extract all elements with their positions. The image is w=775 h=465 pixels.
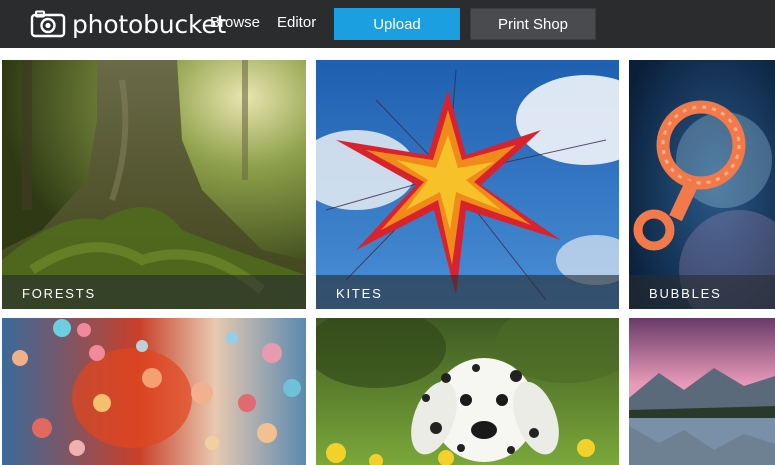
kite-photo <box>316 60 619 309</box>
upload-button[interactable]: Upload <box>334 8 460 40</box>
camera-logo-icon <box>30 10 66 38</box>
upload-button-label: Upload <box>373 15 421 33</box>
bokeh-photo <box>2 318 306 465</box>
tile-caption: KITES <box>316 275 619 309</box>
bubbles-photo <box>629 60 775 309</box>
top-navigation-bar: photobucket Browse Editor Upload Print S… <box>0 0 775 48</box>
print-shop-button[interactable]: Print Shop <box>470 8 596 40</box>
nav-editor-link[interactable]: Editor <box>277 14 316 31</box>
category-tile-kites[interactable]: KITES <box>316 60 619 309</box>
forest-photo <box>2 60 306 309</box>
photobucket-logo[interactable]: photobucket <box>30 9 226 39</box>
category-tile-landscape[interactable] <box>629 318 775 465</box>
print-shop-button-label: Print Shop <box>497 15 569 33</box>
mountain-lake-photo <box>629 318 775 465</box>
nav-browse-link[interactable]: Browse <box>210 14 260 31</box>
tile-label: FORESTS <box>22 286 96 301</box>
category-tile-bubbles[interactable]: BUBBLES <box>629 60 775 309</box>
logo-text: photobucket <box>72 9 227 39</box>
tile-caption: BUBBLES <box>629 275 775 309</box>
category-tile-forests[interactable]: FORESTS <box>2 60 306 309</box>
dalmatian-photo <box>316 318 619 465</box>
tile-label: BUBBLES <box>649 286 722 301</box>
category-tile-dog[interactable] <box>316 318 619 465</box>
category-tile-bokeh[interactable] <box>2 318 306 465</box>
tile-caption: FORESTS <box>2 275 306 309</box>
tile-label: KITES <box>336 286 383 301</box>
